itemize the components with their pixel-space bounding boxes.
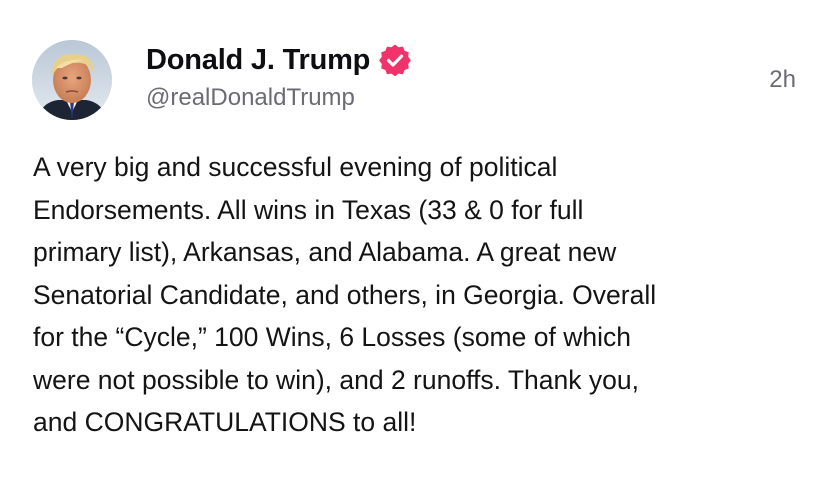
avatar[interactable] xyxy=(32,40,112,120)
author-display-name[interactable]: Donald J. Trump xyxy=(146,44,370,77)
post-timestamp[interactable]: 2h xyxy=(769,66,796,94)
author-handle[interactable]: @realDonaldTrump xyxy=(146,84,355,112)
post-card: Donald J. Trump @realDonaldTrump 2h A ve… xyxy=(0,0,828,482)
author-name-row: Donald J. Trump xyxy=(146,40,412,80)
avatar-photo xyxy=(32,40,112,120)
verified-badge-icon xyxy=(378,43,412,77)
post-body-text: A very big and successful evening of pol… xyxy=(33,152,657,437)
